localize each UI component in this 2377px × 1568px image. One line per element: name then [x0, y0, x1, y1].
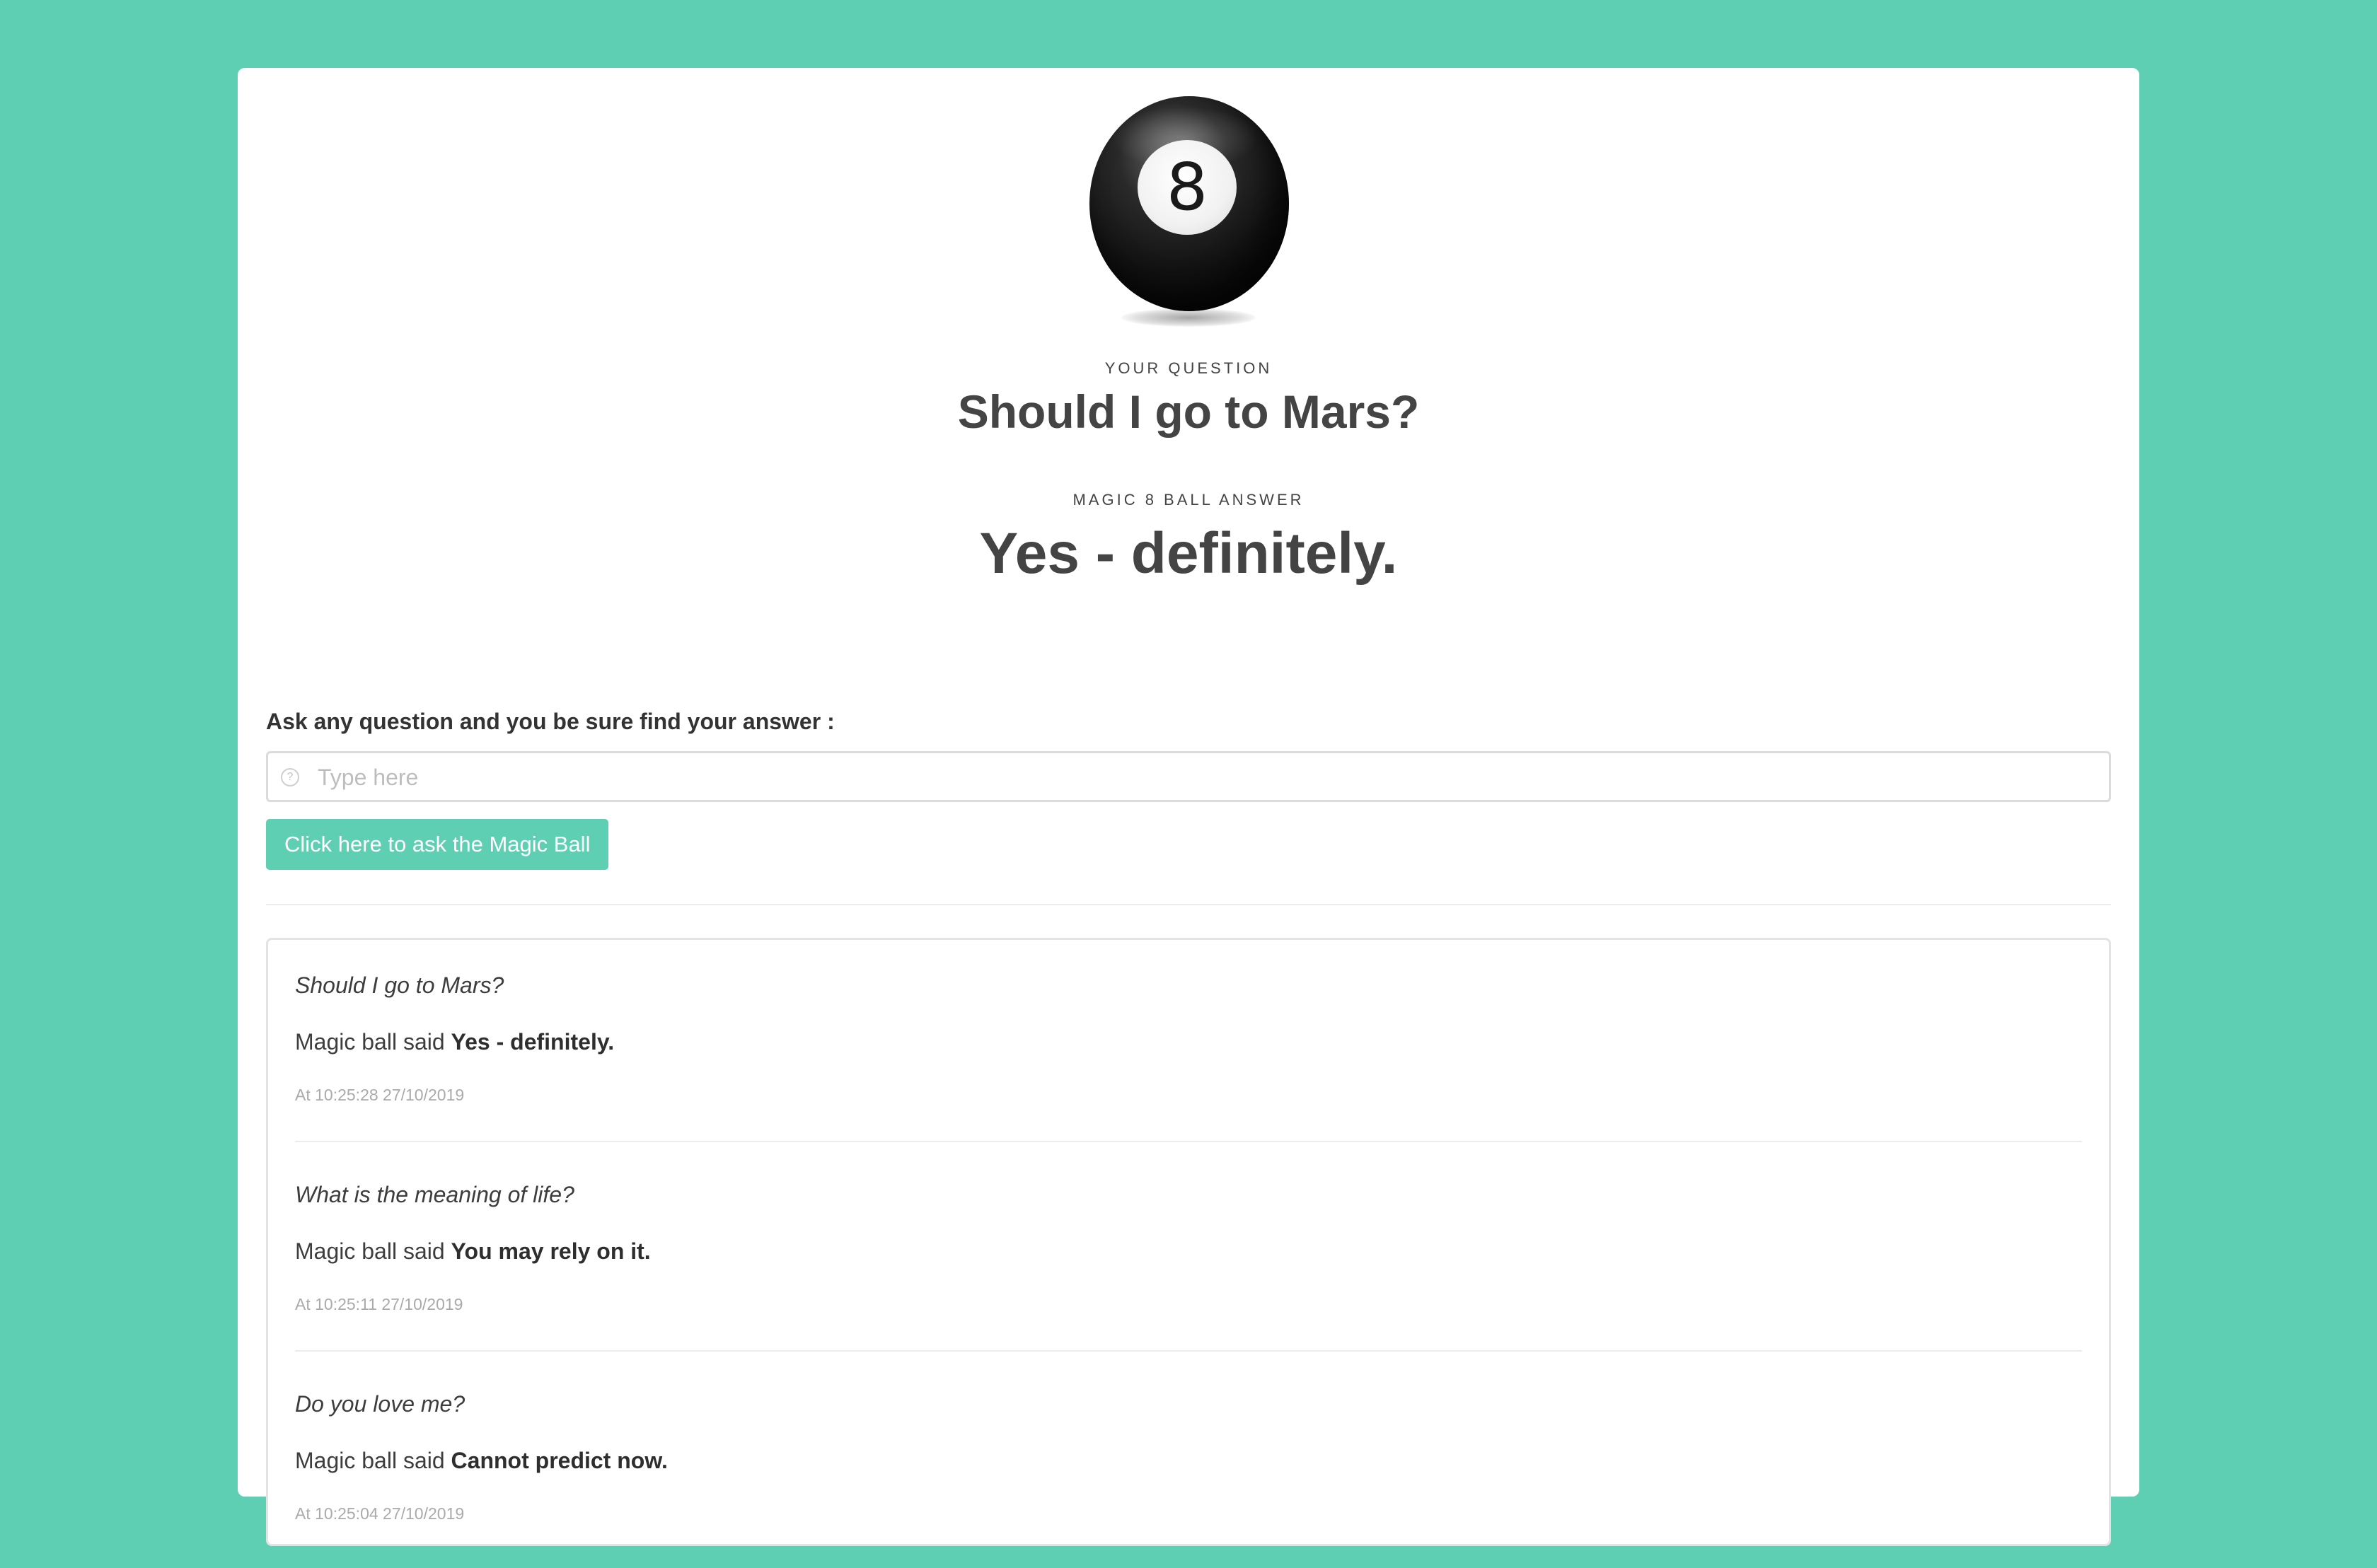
ball-window: 8: [1138, 140, 1237, 235]
ask-magic-ball-button[interactable]: Click here to ask the Magic Ball: [266, 819, 609, 870]
said-prefix: Magic ball said: [295, 1238, 451, 1264]
ask-question-label: Ask any question and you be sure find yo…: [266, 709, 835, 734]
said-prefix: Magic ball said: [295, 1029, 451, 1055]
current-question: Should I go to Mars?: [957, 385, 1420, 438]
history-answer: Magic ball said Yes - definitely.: [295, 1029, 614, 1055]
said-prefix: Magic ball said: [295, 1448, 451, 1473]
history-question: Do you love me?: [295, 1391, 465, 1417]
history-answer: Magic ball said You may rely on it.: [295, 1238, 651, 1265]
history-item: Do you love me? Magic ball said Cannot p…: [295, 1359, 2082, 1568]
ball-number: 8: [1166, 149, 1208, 225]
answer-label: MAGIC 8 BALL ANSWER: [1072, 491, 1305, 509]
history-divider: [295, 1350, 2082, 1352]
question-input-field[interactable]: ?: [266, 751, 2111, 802]
history-answer-text: You may rely on it.: [451, 1238, 651, 1264]
history-item: What is the meaning of life? Magic ball …: [295, 1149, 2082, 1359]
history-question: What is the meaning of life?: [295, 1182, 574, 1207]
question-circle-icon: ?: [281, 768, 299, 786]
current-answer: Yes - definitely.: [979, 521, 1398, 586]
history-list: Should I go to Mars? Magic ball said Yes…: [266, 938, 2111, 1546]
magic-8-ball-image: 8: [1082, 96, 1295, 330]
history-timestamp: At 10:25:28 27/10/2019: [295, 1086, 465, 1104]
history-timestamp: At 10:25:04 27/10/2019: [295, 1504, 465, 1523]
history-divider: [295, 1141, 2082, 1142]
history-answer: Magic ball said Cannot predict now.: [295, 1448, 668, 1474]
main-card: 8 YOUR QUESTION Should I go to Mars? MAG…: [238, 68, 2139, 1546]
question-input[interactable]: [316, 753, 2096, 801]
history-item: Should I go to Mars? Magic ball said Yes…: [295, 940, 2082, 1149]
history-question: Should I go to Mars?: [295, 972, 504, 998]
section-divider: [266, 904, 2111, 905]
history-answer-text: Yes - definitely.: [451, 1029, 615, 1055]
ball-body: 8: [1089, 96, 1289, 311]
history-answer-text: Cannot predict now.: [451, 1448, 668, 1473]
history-timestamp: At 10:25:11 27/10/2019: [295, 1295, 463, 1313]
your-question-label: YOUR QUESTION: [1104, 359, 1273, 377]
